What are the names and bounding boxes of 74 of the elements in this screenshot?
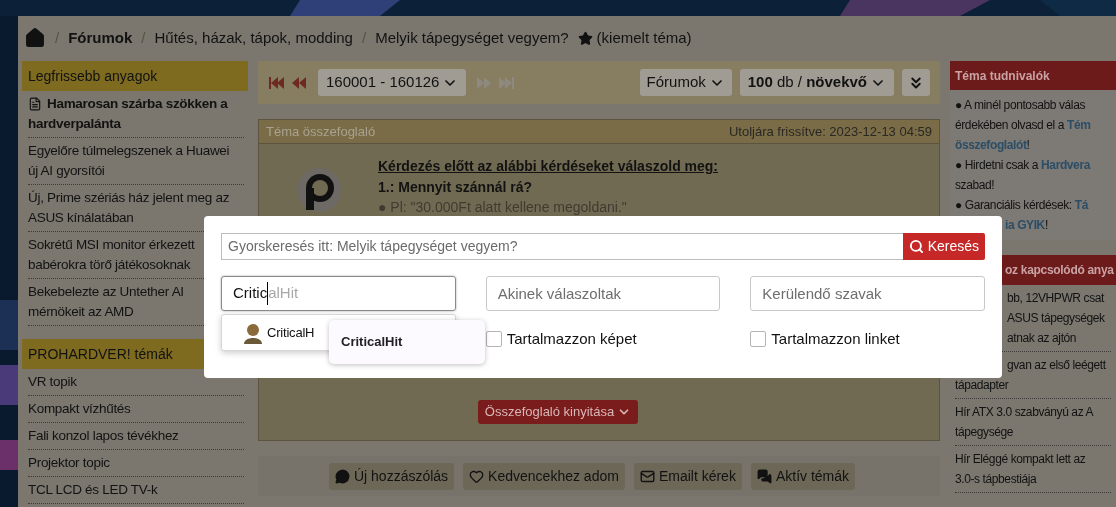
- note-text: ● Hirdetni csak a: [955, 157, 1040, 174]
- article-link[interactable]: Projektor topic: [28, 453, 244, 473]
- related-link[interactable]: atnak az ajtón: [1007, 328, 1077, 348]
- related-link[interactable]: ASUS tápegységek: [1007, 308, 1105, 328]
- checkbox-label: Tartalmazzon képet: [506, 329, 637, 349]
- section-header: Téma tudnivalók: [955, 67, 1050, 85]
- forum-select[interactable]: Fórumok: [639, 69, 732, 96]
- breadcrumb-separator: /: [55, 27, 60, 48]
- featured-label: (kiemelt téma): [596, 27, 692, 48]
- related-link[interactable]: tápadapter: [955, 375, 1009, 395]
- page-range-select[interactable]: 160001 - 160126: [318, 69, 467, 96]
- breadcrumb-separator: /: [361, 27, 367, 48]
- excluded-words-field[interactable]: Kerülendő szavak: [750, 276, 985, 311]
- article-link[interactable]: Fali konzol lapos tévékhez: [28, 426, 244, 446]
- related-link[interactable]: Hír Eléggé kompakt lett az: [955, 449, 1086, 469]
- action-button[interactable]: Aktív témák: [750, 462, 856, 490]
- expand-summary-button[interactable]: Összefoglaló kinyitása: [477, 400, 639, 424]
- article-link[interactable]: hardverpalánta: [28, 114, 244, 134]
- article-link[interactable]: Hamarosan szárba szökken a: [47, 94, 228, 114]
- checkbox[interactable]: [750, 331, 767, 348]
- note-text: érdekében olvasd el a: [955, 117, 1066, 134]
- summary-question: 1.: Mennyit szánnál rá?: [378, 178, 534, 197]
- note-text: !: [1044, 217, 1048, 234]
- summary-heading: Kérdezés előtt az alábbi kérdéseket válaszold meg:: [378, 157, 719, 176]
- order-select[interactable]: 100 db / növekvő: [739, 69, 894, 96]
- article-link[interactable]: új AI gyorsítói: [28, 161, 244, 181]
- updated-time: Utoljára frissítve: 2023-12-13 04:59: [728, 122, 932, 141]
- related-link[interactable]: Hír ATX 3.0 szabványú az A: [955, 402, 1094, 422]
- article-link[interactable]: VR topik: [28, 372, 244, 392]
- search-icon: [908, 239, 924, 254]
- typed-text: Critic: [233, 282, 269, 305]
- expand-button[interactable]: [902, 69, 930, 96]
- star-icon: [577, 30, 593, 46]
- section-header: oz kapcsolódó anya: [1005, 262, 1114, 279]
- heart-icon: [469, 468, 485, 484]
- document-icon: [28, 97, 42, 111]
- chat-bubbles-icon: [756, 468, 772, 484]
- logo-icon: [294, 166, 343, 214]
- breadcrumb-link[interactable]: Melyik tápegységet vegyem?: [375, 26, 569, 50]
- avatar-icon: [242, 321, 264, 344]
- section-header: Legfrissebb anyagok: [22, 61, 248, 91]
- suggestion-item[interactable]: CriticalH: [267, 322, 315, 343]
- breadcrumb-separator: /: [141, 27, 146, 48]
- related-link[interactable]: bb, 12VHPWR csat: [1007, 288, 1104, 308]
- related-link[interactable]: gvan az első leégett: [1007, 355, 1106, 375]
- replied-to-field[interactable]: Akinek válaszoltak: [485, 276, 721, 311]
- home-icon[interactable]: [24, 27, 46, 49]
- action-button[interactable]: Emailt kérek: [633, 462, 742, 490]
- autocomplete-hint: alHit: [268, 283, 299, 304]
- note-text: ● A minél pontosabb válas: [955, 97, 1085, 114]
- author-field[interactable]: CriticalHit: [221, 276, 456, 311]
- related-link[interactable]: 3.0-s tápbestiája: [955, 469, 1037, 489]
- article-link[interactable]: TCL LCD és LED TV-k: [28, 480, 244, 500]
- article-link[interactable]: Egyelőre túlmelegszenek a Huawei: [28, 141, 244, 161]
- search-button[interactable]: Keresés: [902, 233, 985, 260]
- checkbox-label: Tartalmazzon linket: [771, 329, 900, 349]
- article-link[interactable]: Kompakt vízhűtés: [28, 399, 244, 419]
- envelope-icon: [639, 468, 655, 484]
- checkbox[interactable]: [485, 331, 502, 348]
- tooltip: CriticalHit: [329, 320, 485, 364]
- speech-bubble-icon: [334, 468, 350, 484]
- quick-search-field[interactable]: Gyorskeresés itt: Melyik tápegységet vegyem?: [221, 233, 903, 260]
- action-button[interactable]: Új hozzászólás: [328, 462, 455, 490]
- skip-icon[interactable]: [268, 74, 285, 91]
- note-text: szabad!: [955, 177, 995, 194]
- action-button[interactable]: Kedvencekhez adom: [463, 462, 625, 490]
- breadcrumb-link[interactable]: Hűtés, házak, tápok, modding: [154, 26, 353, 50]
- panel-title: Téma összefoglaló: [266, 122, 376, 141]
- note-text: !: [1026, 137, 1030, 154]
- related-link[interactable]: tápegysége: [955, 422, 1014, 442]
- double-arrow-icon[interactable]: [291, 74, 308, 91]
- note-text: ● Garanciális kérdések:: [955, 197, 1073, 214]
- article-link[interactable]: Új, Prime szériás ház jelent meg az: [28, 188, 244, 208]
- breadcrumb-link[interactable]: Fórumok: [68, 26, 133, 50]
